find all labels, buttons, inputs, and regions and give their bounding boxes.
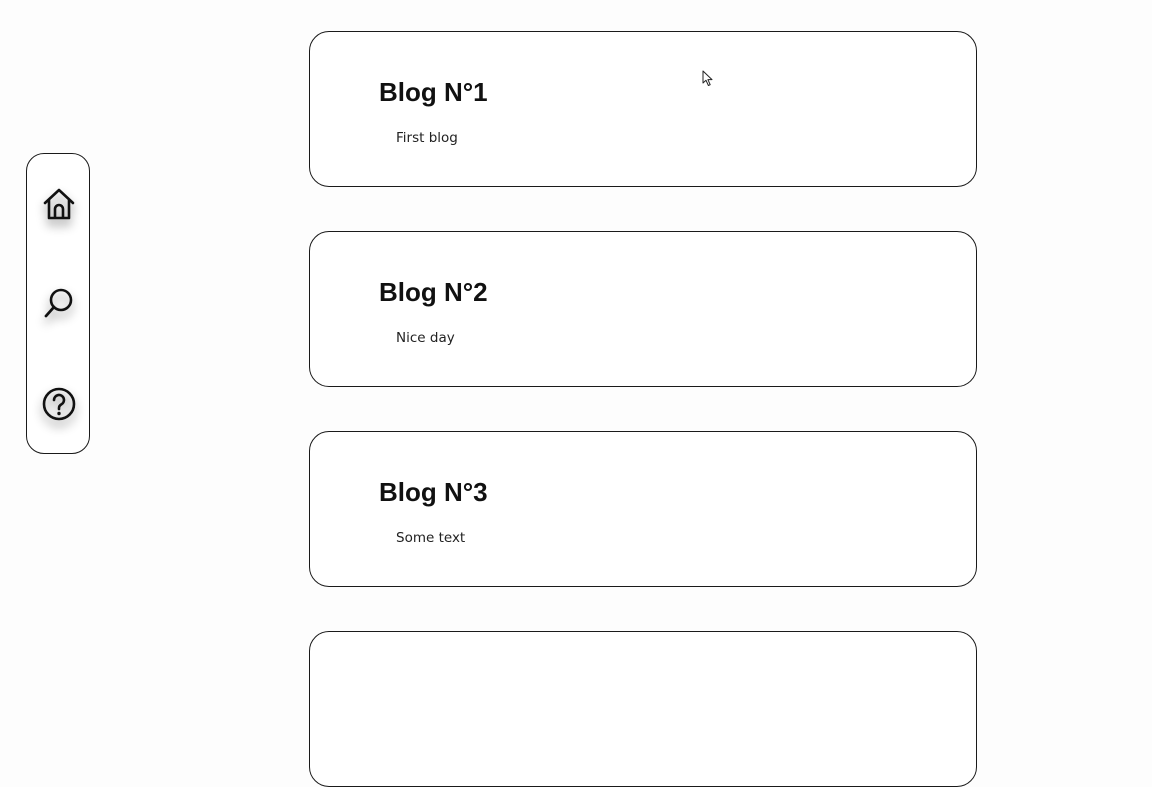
home-icon: [43, 188, 75, 220]
blog-text: Some text: [396, 530, 466, 546]
blog-title: Blog N°3: [379, 477, 488, 507]
question-icon: [42, 387, 76, 421]
blog-title: Blog N°2: [379, 277, 488, 307]
help-button[interactable]: [40, 385, 78, 423]
blog-card[interactable]: Blog N°1 First blog: [309, 31, 977, 187]
blog-card[interactable]: Blog N°2 Nice day: [309, 231, 977, 387]
search-button[interactable]: [40, 284, 78, 322]
home-button[interactable]: [40, 185, 78, 223]
blog-title: Blog N°1: [379, 77, 488, 107]
sidebar-nav: [26, 153, 90, 454]
search-icon: [44, 288, 73, 318]
blog-text: First blog: [396, 130, 458, 146]
mouse-cursor-icon: [702, 70, 713, 86]
blog-card[interactable]: Blog N°3 Some text: [309, 431, 977, 587]
blog-card[interactable]: [309, 631, 977, 787]
blog-text: Nice day: [396, 330, 455, 346]
